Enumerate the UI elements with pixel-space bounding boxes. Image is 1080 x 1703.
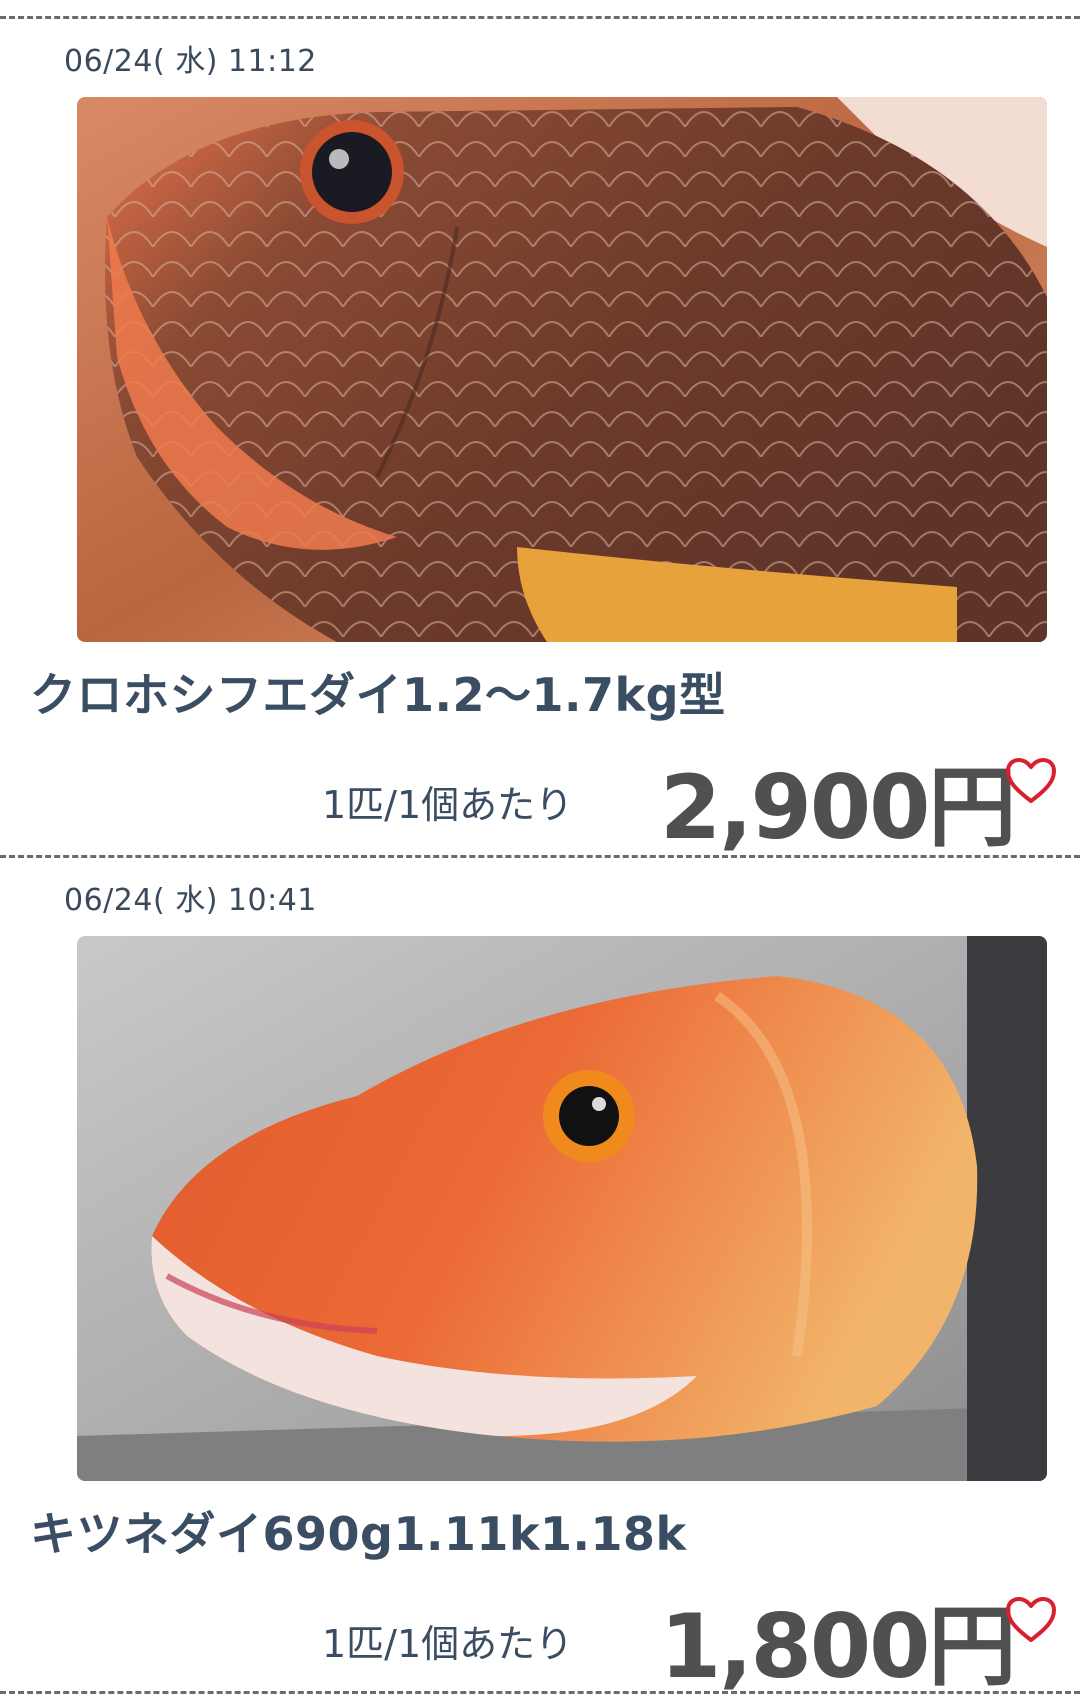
unit-label: 1匹/1個あたり [322,783,574,827]
heart-icon[interactable] [1005,1596,1057,1644]
fish-photo[interactable] [77,936,1047,1481]
product-title[interactable]: クロホシフエダイ1.2〜1.7kg型 [30,659,726,725]
listing-card[interactable]: 06/24( 水) 10:41 キツネダイ690g1.11k1.18k 1匹/1… [0,855,1080,1698]
price: 2,900円 [660,756,1016,859]
listing-timestamp: 06/24( 水) 11:12 [64,44,317,79]
fish-photo[interactable] [77,97,1047,642]
unit-label: 1匹/1個あたり [322,1622,574,1666]
product-title[interactable]: キツネダイ690g1.11k1.18k [30,1498,687,1564]
listing-card[interactable]: 06/24( 水) 11:12 クロホシフエダイ1.2〜1.7kg型 1匹/1個… [0,16,1080,859]
divider [0,1691,1080,1694]
listing-timestamp: 06/24( 水) 10:41 [64,883,317,918]
price: 1,800円 [660,1595,1016,1698]
heart-icon[interactable] [1005,757,1057,805]
